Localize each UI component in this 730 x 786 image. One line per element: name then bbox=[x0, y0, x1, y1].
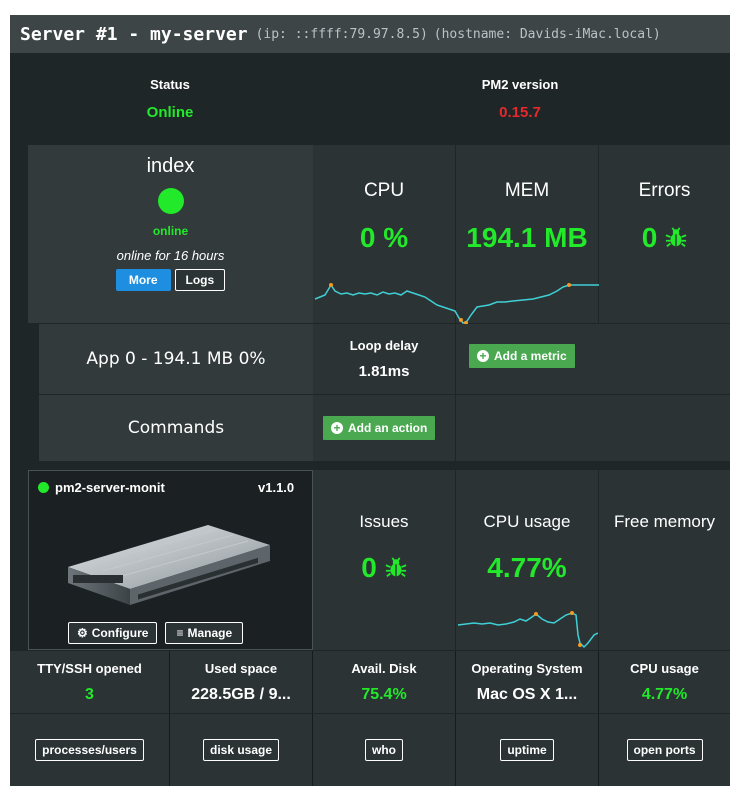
issues-value-row: 0 bbox=[361, 552, 407, 584]
stat-used-space: Used space 228.5GB / 9... bbox=[170, 651, 313, 713]
stat-label: CPU usage bbox=[630, 660, 699, 676]
commands-label: Commands bbox=[127, 418, 225, 438]
process-uptime: online for 16 hours bbox=[116, 248, 225, 263]
cpu-usage-label: CPU usage bbox=[483, 512, 571, 531]
configure-label: Configure bbox=[91, 626, 149, 640]
plus-circle-icon: + bbox=[331, 422, 343, 434]
server-ip: (ip: ::ffff:79.97.8.5) bbox=[255, 26, 428, 42]
issues-header: Issues 0 bbox=[313, 512, 455, 584]
status-dot-icon bbox=[38, 482, 49, 493]
server-header: Server #1 - my-server (ip: ::ffff:79.97.… bbox=[10, 15, 730, 53]
add-action-wrapper: + Add an action bbox=[323, 416, 436, 440]
disk-usage-button[interactable]: disk usage bbox=[202, 739, 280, 761]
action-cell: uptime bbox=[456, 714, 599, 786]
cpu-usage-sparkline bbox=[457, 611, 598, 649]
stat-value: 75.4% bbox=[361, 685, 407, 703]
stat-label: TTY/SSH opened bbox=[37, 660, 142, 676]
module-version: v1.1.0 bbox=[258, 480, 295, 495]
processes-users-button[interactable]: processes/users bbox=[35, 739, 144, 761]
process-buttons: More Logs bbox=[115, 269, 226, 291]
cpu-usage-value: 4.77% bbox=[487, 552, 567, 583]
cpu-value: 0 % bbox=[359, 222, 409, 253]
mem-label: MEM bbox=[504, 180, 550, 201]
add-metric-wrapper: + Add a metric bbox=[469, 344, 575, 368]
free-memory-header: Free memory bbox=[599, 512, 730, 532]
status-block: Status Online bbox=[70, 69, 270, 129]
errors-value: 0 bbox=[641, 222, 658, 253]
cpu-usage-header: CPU usage 4.77% bbox=[456, 512, 598, 584]
free-memory-cell bbox=[599, 470, 730, 650]
action-cell: open ports bbox=[599, 714, 730, 786]
action-cell: who bbox=[313, 714, 456, 786]
commands: Commands bbox=[39, 395, 313, 461]
pm2-version-block: PM2 version 0.15.7 bbox=[420, 69, 620, 129]
add-metric-label: Add a metric bbox=[494, 349, 567, 363]
errors-header: Errors 0 bbox=[599, 180, 730, 254]
logs-button[interactable]: Logs bbox=[174, 269, 226, 291]
more-button[interactable]: More bbox=[115, 269, 171, 291]
server-rack-image bbox=[68, 525, 270, 605]
pm2-version-label: PM2 version bbox=[481, 77, 559, 92]
issues-label: Issues bbox=[359, 512, 409, 531]
mem-value: 194.1 MB bbox=[466, 222, 588, 253]
add-metric-button[interactable]: + Add a metric bbox=[469, 344, 575, 368]
process-info: index online online for 16 hours More Lo… bbox=[28, 155, 313, 320]
mem-header: MEM 194.1 MB bbox=[456, 180, 598, 254]
add-action-label: Add an action bbox=[348, 421, 428, 435]
actions-row: processes/users disk usage who uptime op… bbox=[10, 714, 730, 786]
cpu-label: CPU bbox=[363, 180, 405, 201]
configure-button[interactable]: ⚙ Configure bbox=[68, 622, 158, 644]
uptime-button[interactable]: uptime bbox=[500, 739, 554, 761]
loop-delay: Loop delay 1.81ms bbox=[313, 324, 455, 394]
stat-label: Avail. Disk bbox=[351, 660, 417, 676]
module-name: pm2-server-monit bbox=[55, 480, 165, 495]
bug-icon bbox=[665, 227, 687, 247]
process-state: online bbox=[152, 224, 189, 238]
manage-label: Manage bbox=[187, 626, 233, 640]
action-cell: disk usage bbox=[170, 714, 313, 786]
loop-delay-label: Loop delay bbox=[349, 338, 419, 353]
loop-delay-value: 1.81ms bbox=[358, 363, 410, 380]
menu-icon: ≡ bbox=[176, 626, 184, 640]
action-cell: processes/users bbox=[10, 714, 170, 786]
stat-label: Operating System bbox=[471, 660, 583, 676]
cpu-header: CPU 0 % bbox=[313, 180, 455, 254]
stat-value: 4.77% bbox=[641, 685, 688, 703]
add-action-button[interactable]: + Add an action bbox=[323, 416, 436, 440]
status-label: Status bbox=[150, 77, 190, 92]
issues-value: 0 bbox=[361, 552, 377, 583]
stat-avail-disk: Avail. Disk 75.4% bbox=[313, 651, 456, 713]
bug-icon bbox=[385, 557, 407, 577]
app-summary: App 0 - 194.1 MB 0% bbox=[39, 324, 313, 394]
cpu-mem-sparkline bbox=[314, 283, 599, 325]
status-value: Online bbox=[146, 104, 194, 121]
server-hostname: (hostname: Davids-iMac.local) bbox=[433, 26, 661, 42]
server-panel: Server #1 - my-server (ip: ::ffff:79.97.… bbox=[10, 15, 730, 786]
stat-tty: TTY/SSH opened 3 bbox=[10, 651, 170, 713]
module-buttons: ⚙ Configure ≡ Manage bbox=[68, 622, 244, 644]
stat-label: Used space bbox=[204, 660, 278, 676]
errors-label: Errors bbox=[638, 180, 691, 201]
app-summary-text: App 0 - 194.1 MB 0% bbox=[86, 349, 266, 369]
stat-os: Operating System Mac OS X 1... bbox=[456, 651, 599, 713]
free-memory-label: Free memory bbox=[613, 512, 716, 531]
stat-value: Mac OS X 1... bbox=[476, 685, 578, 703]
who-button[interactable]: who bbox=[365, 739, 403, 761]
open-ports-button[interactable]: open ports bbox=[626, 739, 703, 761]
errors-value-row: 0 bbox=[642, 222, 688, 254]
module-title-row: pm2-server-monit bbox=[38, 480, 165, 495]
status-dot-icon bbox=[157, 188, 184, 214]
stats-row: TTY/SSH opened 3 Used space 228.5GB / 9.… bbox=[10, 651, 730, 713]
gear-icon: ⚙ bbox=[77, 626, 88, 640]
plus-circle-icon: + bbox=[477, 350, 489, 362]
action-cell-empty bbox=[456, 395, 730, 461]
pm2-version-value: 0.15.7 bbox=[499, 104, 541, 121]
server-title: Server #1 - my-server bbox=[20, 23, 248, 45]
stat-value: 3 bbox=[85, 685, 94, 703]
process-name: index bbox=[146, 155, 195, 177]
manage-button[interactable]: ≡ Manage bbox=[165, 622, 244, 644]
stat-value: 228.5GB / 9... bbox=[191, 685, 291, 703]
stat-cpu-usage: CPU usage 4.77% bbox=[599, 651, 730, 713]
